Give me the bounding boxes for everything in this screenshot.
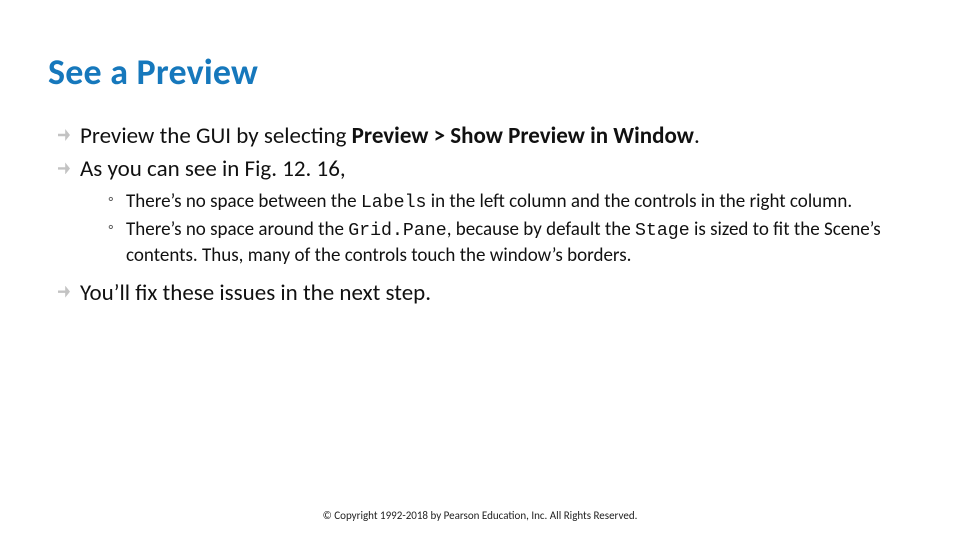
bullet-bold: Preview > Show Preview in Window bbox=[352, 122, 694, 150]
code-text: Stage bbox=[635, 221, 690, 241]
sub-text: There’s no space around the bbox=[126, 218, 348, 241]
code-text: Grid.Pane bbox=[348, 221, 446, 241]
sub-bullet-item: There’s no space between the Labels in t… bbox=[108, 189, 912, 215]
sub-bullet-item: There’s no space around the Grid.Pane, b… bbox=[108, 217, 912, 269]
bullet-text: . bbox=[694, 122, 700, 150]
bullet-item: You’ll fix these issues in the next step… bbox=[58, 279, 912, 308]
sub-text: There’s no space between the bbox=[126, 190, 361, 213]
sub-bullet-list: There’s no space between the Labels in t… bbox=[80, 189, 912, 269]
bullet-text: Preview the GUI by selecting bbox=[80, 122, 352, 150]
bullet-item: As you can see in Fig. 12. 16, There’s n… bbox=[58, 155, 912, 268]
bullet-text: You’ll fix these issues in the next step… bbox=[80, 279, 431, 307]
main-bullet-list: Preview the GUI by selecting Preview > S… bbox=[48, 122, 912, 308]
bullet-text: As you can see in Fig. 12. 16, bbox=[80, 155, 346, 183]
slide-title: See a Preview bbox=[48, 50, 912, 94]
sub-text: , because by default the bbox=[447, 218, 635, 241]
bullet-item: Preview the GUI by selecting Preview > S… bbox=[58, 122, 912, 151]
code-text: Labels bbox=[361, 193, 427, 213]
copyright-footer: © Copyright 1992-2018 by Pearson Educati… bbox=[0, 509, 960, 522]
sub-text: in the left column and the controls in t… bbox=[426, 190, 852, 213]
